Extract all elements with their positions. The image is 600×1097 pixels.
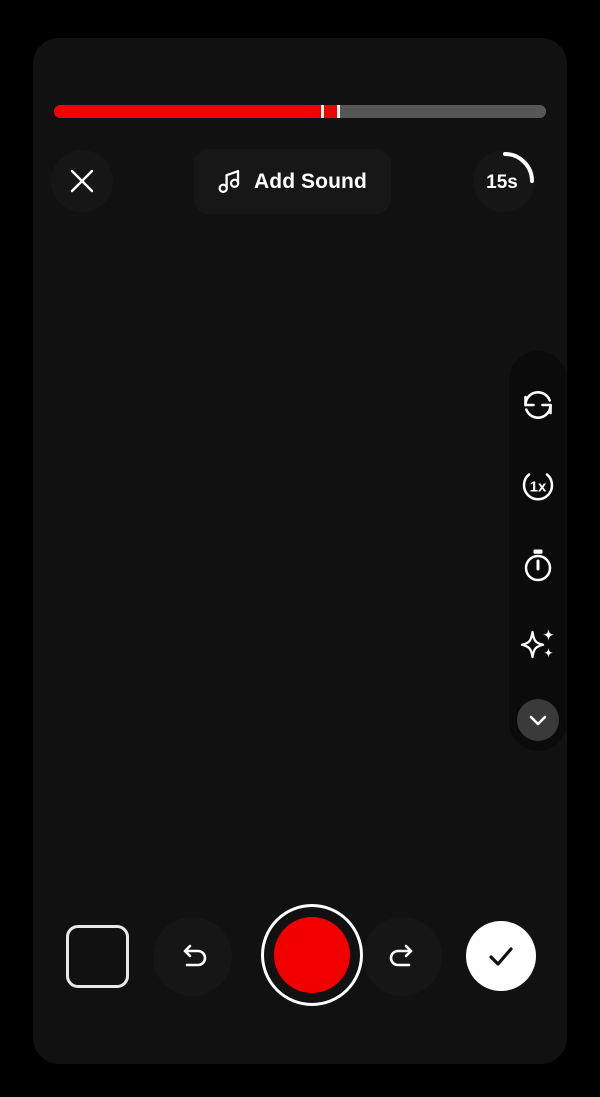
close-button[interactable] <box>51 150 113 212</box>
recording-progress-bar[interactable] <box>54 105 546 118</box>
rail-collapse-button[interactable] <box>517 699 559 741</box>
chevron-down-icon <box>529 715 547 726</box>
stopwatch-icon <box>524 549 552 582</box>
progress-segment-recorded-2 <box>324 105 338 118</box>
progress-segment-recorded-1 <box>54 105 322 118</box>
svg-text:1x: 1x <box>530 479 547 496</box>
speed-1x-icon: 1x <box>522 473 554 501</box>
timer-badge-label: 15s <box>486 172 518 193</box>
tool-rail: 1x <box>509 351 567 751</box>
undo-arrow-icon <box>183 944 206 966</box>
add-sound-label: Add Sound <box>254 169 367 193</box>
close-icon <box>70 169 94 193</box>
rail-item-speed[interactable]: 1x <box>514 461 562 509</box>
rail-item-timer[interactable] <box>514 541 562 589</box>
undo-button[interactable] <box>153 917 232 996</box>
music-note-icon <box>218 170 240 193</box>
gallery-button[interactable] <box>66 925 129 988</box>
record-button[interactable] <box>261 904 363 1006</box>
rail-item-effects[interactable] <box>514 621 562 669</box>
timer-badge[interactable]: 15s <box>473 150 535 212</box>
phone-screen-panel: Add Sound 15s 1x <box>33 38 567 1064</box>
record-circle-icon <box>274 917 350 993</box>
redo-button[interactable] <box>363 917 442 996</box>
check-icon <box>489 947 513 966</box>
rail-item-flip-camera[interactable] <box>514 381 562 429</box>
sparkles-icon <box>520 629 554 659</box>
top-bar: Add Sound 15s <box>33 146 567 216</box>
bottom-bar <box>33 904 567 1009</box>
redo-arrow-icon <box>389 944 412 966</box>
add-sound-button[interactable]: Add Sound <box>194 149 391 214</box>
progress-segment-remaining <box>340 105 546 118</box>
camera-viewport[interactable] <box>33 218 567 888</box>
confirm-button[interactable] <box>466 921 536 991</box>
rotate-camera-icon <box>524 391 552 419</box>
